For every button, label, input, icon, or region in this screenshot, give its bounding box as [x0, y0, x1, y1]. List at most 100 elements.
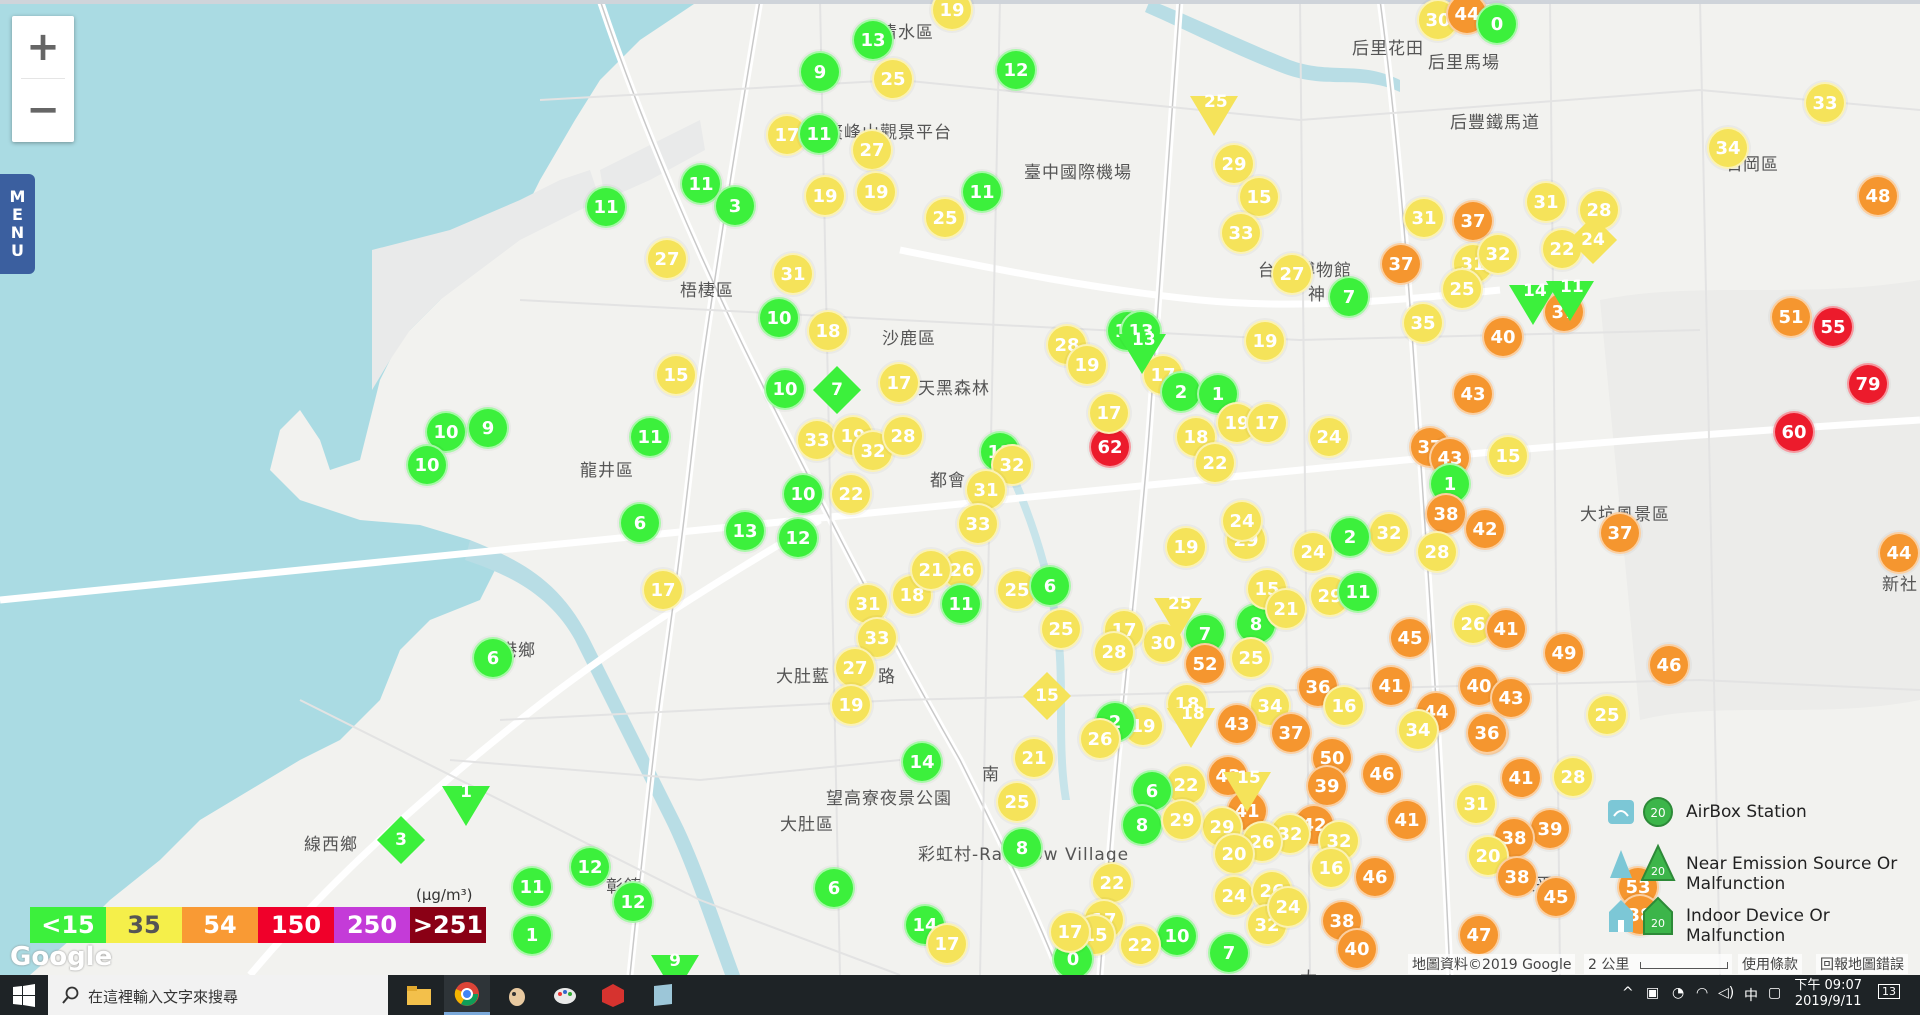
- airbox-station-marker[interactable]: 39: [1529, 808, 1571, 850]
- airbox-station-marker[interactable]: 17: [1049, 911, 1091, 953]
- airbox-station-marker[interactable]: 16: [1323, 685, 1365, 727]
- airbox-station-marker[interactable]: 49: [1543, 632, 1585, 674]
- airbox-station-marker[interactable]: 43: [1216, 703, 1258, 745]
- emission-source-marker[interactable]: 25: [1154, 594, 1202, 638]
- airbox-station-marker[interactable]: 2: [1329, 516, 1371, 558]
- emission-source-marker[interactable]: 11: [1546, 277, 1594, 321]
- airbox-station-marker[interactable]: 36: [1466, 712, 1508, 754]
- airbox-station-marker[interactable]: 6: [472, 637, 514, 679]
- tray-app-icon[interactable]: ▣: [1646, 985, 1659, 1001]
- airbox-station-marker[interactable]: 11: [1337, 571, 1379, 613]
- airbox-station-marker[interactable]: 17: [878, 362, 920, 404]
- indoor-device-marker[interactable]: 15: [1022, 671, 1072, 721]
- taskbar-clock[interactable]: 下午 09:07 2019/9/11: [1794, 978, 1862, 1010]
- airbox-station-marker[interactable]: 9: [799, 51, 841, 93]
- airbox-station-marker[interactable]: 28: [882, 415, 924, 457]
- airbox-station-marker[interactable]: 25: [924, 197, 966, 239]
- airbox-station-marker[interactable]: 41: [1370, 665, 1412, 707]
- app-icon-bird[interactable]: [494, 975, 540, 1015]
- airbox-station-marker[interactable]: 15: [655, 354, 697, 396]
- airbox-station-marker[interactable]: 45: [1535, 876, 1577, 918]
- airbox-station-marker[interactable]: 41: [1500, 757, 1542, 799]
- airbox-station-marker[interactable]: 3: [714, 185, 756, 227]
- airbox-station-marker[interactable]: 28: [1416, 531, 1458, 573]
- airbox-station-marker[interactable]: 37: [1599, 512, 1641, 554]
- airbox-station-marker[interactable]: 29: [1161, 799, 1203, 841]
- airbox-station-marker[interactable]: 60: [1773, 411, 1815, 453]
- airbox-station-marker[interactable]: 11: [511, 866, 553, 908]
- airbox-station-marker[interactable]: 52: [1184, 643, 1226, 685]
- airbox-station-marker[interactable]: 25: [1230, 637, 1272, 679]
- emission-source-marker[interactable]: 18: [1167, 704, 1215, 748]
- airbox-station-marker[interactable]: 34: [1397, 709, 1439, 751]
- airbox-station-marker[interactable]: 35: [1402, 302, 1444, 344]
- airbox-station-marker[interactable]: 25: [1586, 694, 1628, 736]
- airbox-station-marker[interactable]: 11: [961, 171, 1003, 213]
- airbox-station-marker[interactable]: 10: [406, 444, 448, 486]
- map-canvas[interactable]: 清水區后里花田后里馬場后豐鐵馬道鰲峰山觀景平台臺中國際機場石岡區梧棲區台中球博物…: [0, 0, 1920, 975]
- airbox-station-marker[interactable]: 1: [511, 914, 553, 956]
- tray-wifi-icon[interactable]: ◠: [1696, 985, 1708, 1001]
- zoom-in-button[interactable]: +: [12, 16, 74, 78]
- airbox-station-marker[interactable]: 12: [777, 517, 819, 559]
- airbox-station-marker[interactable]: 28: [1093, 631, 1135, 673]
- airbox-station-marker[interactable]: 24: [1292, 531, 1334, 573]
- tray-overflow-icon[interactable]: ^: [1622, 985, 1634, 1001]
- app-icon-sketchup[interactable]: [590, 975, 636, 1015]
- airbox-station-marker[interactable]: 37: [1270, 712, 1312, 754]
- airbox-station-marker[interactable]: 24: [1308, 416, 1350, 458]
- airbox-station-marker[interactable]: 19: [804, 175, 846, 217]
- airbox-station-marker[interactable]: 6: [1029, 565, 1071, 607]
- airbox-station-marker[interactable]: 38: [1496, 856, 1538, 898]
- airbox-station-marker[interactable]: 79: [1847, 363, 1889, 405]
- airbox-station-marker[interactable]: 19: [1066, 344, 1108, 386]
- airbox-station-marker[interactable]: 44: [1878, 532, 1920, 574]
- airbox-station-marker[interactable]: 22: [1119, 924, 1161, 966]
- airbox-station-marker[interactable]: 21: [1265, 588, 1307, 630]
- airbox-station-marker[interactable]: 9: [467, 407, 509, 449]
- airbox-station-marker[interactable]: 12: [612, 881, 654, 923]
- tray-network-icon[interactable]: ◔: [1672, 985, 1684, 1001]
- airbox-station-marker[interactable]: 11: [585, 186, 627, 228]
- taskbar-search[interactable]: 在這裡輸入文字來搜尋: [48, 975, 388, 1015]
- airbox-station-marker[interactable]: 22: [1194, 442, 1236, 484]
- airbox-station-marker[interactable]: 13: [724, 510, 766, 552]
- airbox-station-marker[interactable]: 14: [901, 741, 943, 783]
- indoor-device-marker[interactable]: 24: [1568, 215, 1618, 265]
- airbox-station-marker[interactable]: 18: [807, 310, 849, 352]
- airbox-station-marker[interactable]: 34: [1707, 127, 1749, 169]
- indoor-device-marker[interactable]: 7: [812, 365, 862, 415]
- airbox-station-marker[interactable]: 25: [872, 58, 914, 100]
- airbox-station-marker[interactable]: 43: [1490, 677, 1532, 719]
- airbox-station-marker[interactable]: 25: [1441, 268, 1483, 310]
- airbox-station-marker[interactable]: 20: [1213, 833, 1255, 875]
- airbox-station-marker[interactable]: 24: [1213, 875, 1255, 917]
- indoor-device-marker[interactable]: 3: [376, 815, 426, 865]
- airbox-station-marker[interactable]: 2: [1160, 371, 1202, 413]
- airbox-station-marker[interactable]: 13: [852, 19, 894, 61]
- report-map-error-link[interactable]: 回報地圖錯誤: [1816, 954, 1908, 974]
- menu-button[interactable]: MENU: [0, 174, 35, 274]
- airbox-station-marker[interactable]: 33: [1220, 212, 1262, 254]
- airbox-station-marker[interactable]: 19: [830, 684, 872, 726]
- airbox-station-marker[interactable]: 38: [1425, 493, 1467, 535]
- airbox-station-marker[interactable]: 46: [1648, 644, 1690, 686]
- airbox-station-marker[interactable]: 10: [1156, 915, 1198, 957]
- airbox-station-marker[interactable]: 7: [1208, 932, 1250, 974]
- airbox-station-marker[interactable]: 39: [1306, 765, 1348, 807]
- airbox-station-marker[interactable]: 10: [758, 297, 800, 339]
- airbox-station-marker[interactable]: 17: [1246, 402, 1288, 444]
- airbox-station-marker[interactable]: 21: [1013, 737, 1055, 779]
- airbox-station-marker[interactable]: 27: [1271, 253, 1313, 295]
- airbox-station-marker[interactable]: 10: [764, 368, 806, 410]
- airbox-station-marker[interactable]: 31: [1455, 783, 1497, 825]
- emission-source-marker[interactable]: 15: [1223, 768, 1271, 812]
- airbox-station-marker[interactable]: 42: [1464, 508, 1506, 550]
- airbox-station-marker[interactable]: 12: [995, 49, 1037, 91]
- airbox-station-marker[interactable]: 27: [834, 647, 876, 689]
- airbox-station-marker[interactable]: 33: [957, 503, 999, 545]
- airbox-station-marker[interactable]: 46: [1354, 856, 1396, 898]
- airbox-station-marker[interactable]: 19: [1244, 320, 1286, 362]
- airbox-station-marker[interactable]: 11: [940, 583, 982, 625]
- airbox-station-marker[interactable]: 25: [996, 781, 1038, 823]
